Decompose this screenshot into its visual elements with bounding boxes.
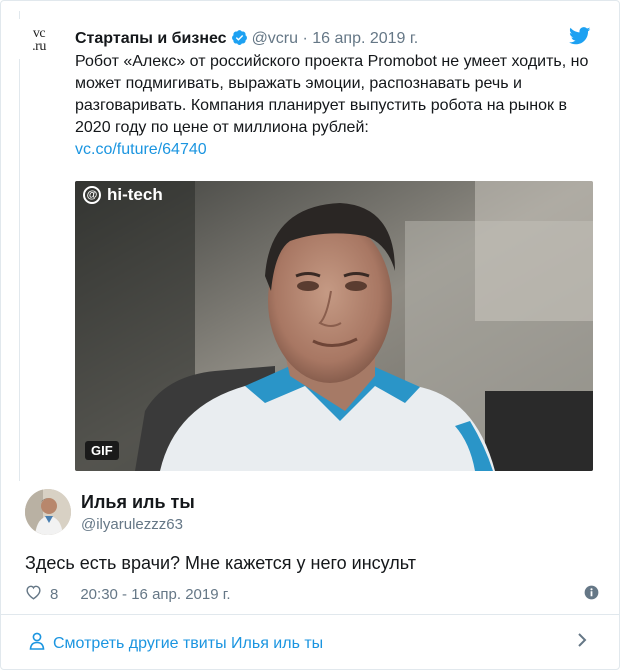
user-handle[interactable]: @ilyarulezzz63 — [81, 516, 183, 533]
robot-photo — [75, 181, 593, 471]
more-tweets-label: Смотреть другие твиты Илья иль ты — [53, 634, 324, 652]
chevron-right-icon[interactable] — [577, 632, 587, 653]
quoted-tweet-text: Робот «Алекс» от российского проекта Pro… — [75, 53, 589, 136]
logo-bottom-text: .ru — [32, 39, 46, 54]
person-icon — [29, 632, 45, 655]
vcru-logo-avatar[interactable]: vc .ru — [19, 19, 59, 59]
tweet-text: Здесь есть врачи? Мне кажется у него инс… — [25, 553, 416, 573]
quoted-date[interactable]: 16 апр. 2019 г. — [312, 30, 418, 47]
twitter-bird-icon[interactable] — [569, 27, 591, 50]
quoted-tweet-body: Робот «Алекс» от российского проекта Pro… — [75, 51, 595, 161]
heart-icon[interactable] — [25, 584, 42, 604]
quoted-account-name[interactable]: Стартапы и бизнес — [75, 30, 227, 47]
avatar[interactable] — [25, 489, 71, 535]
quoted-tweet-link[interactable]: vc.co/future/64740 — [75, 139, 595, 161]
divider — [1, 614, 619, 615]
like-count: 8 — [50, 585, 59, 603]
user-name[interactable]: Илья иль ты — [81, 492, 195, 513]
tweet-timestamp[interactable]: 20:30 - 16 апр. 2019 г. — [80, 586, 230, 603]
info-icon[interactable] — [584, 585, 599, 605]
user-avatar-image — [25, 489, 71, 535]
quoted-handle[interactable]: @vcru — [252, 30, 298, 47]
more-tweets-link[interactable]: Смотреть другие твиты Илья иль ты — [29, 632, 323, 655]
watermark-text: hi-tech — [107, 185, 163, 204]
hitech-watermark: @ hi-tech — [83, 185, 163, 205]
quoted-tweet-header: Стартапы и бизнес @vcru · 16 апр. 2019 г. — [75, 29, 418, 51]
gif-media[interactable]: @ hi-tech GIF — [75, 181, 593, 471]
tweet-embed-card: vc .ru Стартапы и бизнес @vcru · 16 апр. … — [0, 0, 620, 670]
at-icon: @ — [83, 186, 101, 204]
gif-badge: GIF — [85, 441, 119, 460]
header-separator: · — [302, 30, 308, 47]
verified-badge-icon — [231, 29, 248, 51]
tweet-meta: 8 20:30 - 16 апр. 2019 г. — [25, 584, 231, 604]
